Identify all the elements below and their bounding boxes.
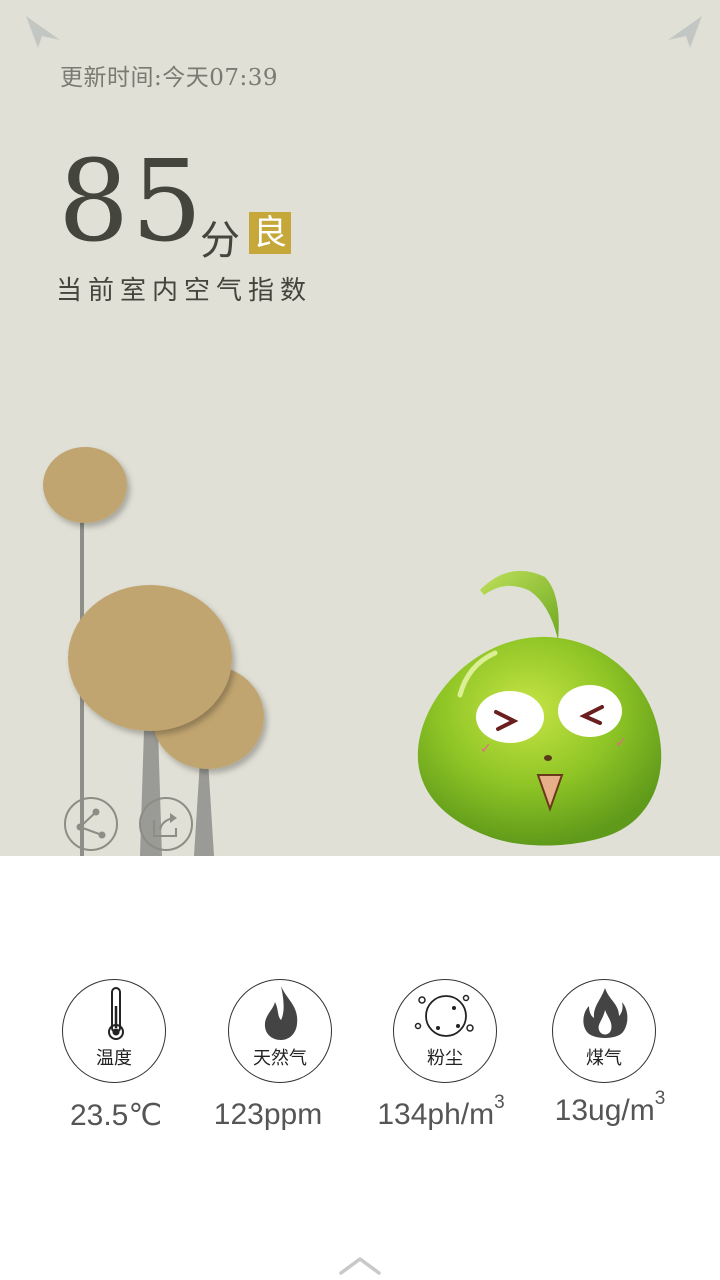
dust-reading: 134ph/m3 (377, 1092, 505, 1131)
sensor-label: 温度 (96, 1048, 132, 1069)
natural-gas-reading: 123ppm (213, 1098, 323, 1131)
corner-arrow-right-icon[interactable] (664, 14, 704, 50)
chevron-up-icon[interactable] (338, 1254, 382, 1276)
sensor-label: 煤气 (586, 1048, 622, 1069)
sensor-natural-gas[interactable]: 天然气 (228, 979, 332, 1083)
coal-gas-reading: 13ug/m3 (554, 1088, 666, 1127)
export-icon (153, 813, 177, 837)
corner-arrow-left-icon[interactable] (24, 14, 64, 50)
sensor-label: 粉尘 (427, 1048, 463, 1069)
export-button[interactable] (139, 797, 193, 851)
air-quality-label: 当前室内空气指数 (56, 276, 313, 306)
update-time: 更新时间:今天07:39 (60, 65, 279, 91)
score-unit: 分 (200, 218, 240, 264)
header-panel: 更新时间:今天07:39 85 分 良 当前室内空气指数 ✓ ✓ (0, 0, 720, 856)
air-quality-score: 85 (58, 137, 205, 267)
sensor-dust[interactable]: 粉尘 (393, 979, 497, 1083)
unit-superscript: 3 (494, 1092, 505, 1113)
share-icon (76, 808, 106, 839)
svg-text:✓: ✓ (480, 741, 492, 757)
tree-illustration (43, 447, 264, 856)
unit-superscript: 3 (654, 1088, 666, 1109)
sensor-temperature[interactable]: 温度 (62, 979, 166, 1083)
sensor-coal-gas[interactable]: 煤气 (552, 979, 656, 1083)
mascot-illustration: ✓ ✓ (417, 570, 662, 846)
air-quality-grade-badge: 良 (249, 212, 291, 254)
share-button[interactable] (64, 797, 118, 851)
temperature-reading: 23.5℃ (69, 1099, 163, 1132)
svg-text:✓: ✓ (615, 735, 627, 751)
sensor-label: 天然气 (253, 1048, 307, 1069)
